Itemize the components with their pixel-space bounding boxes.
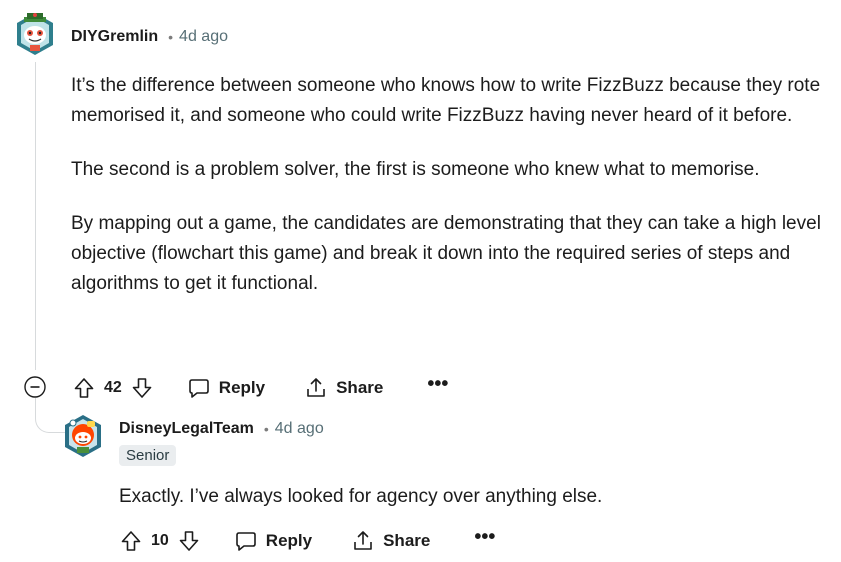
reply-thread-connector <box>35 398 65 433</box>
minus-circle-icon <box>24 376 46 398</box>
arrow-down-icon <box>179 531 199 551</box>
share-icon <box>354 531 372 550</box>
reply-action-bar: 10 Reply Share ••• <box>117 525 495 557</box>
author-name[interactable]: DisneyLegalTeam <box>119 420 254 438</box>
user-avatar-icon <box>17 13 53 55</box>
user-flair: Senior <box>119 445 177 466</box>
arrow-up-icon <box>121 531 141 551</box>
share-icon <box>307 378 325 397</box>
vote-count: 42 <box>104 379 122 396</box>
share-button[interactable]: Share <box>352 530 430 552</box>
share-label: Share <box>383 531 431 550</box>
more-options-button[interactable]: ••• <box>427 374 448 397</box>
reply-label: Reply <box>218 378 266 397</box>
user-avatar-icon <box>65 415 101 457</box>
reply-button[interactable]: Reply <box>188 377 265 399</box>
comment-body: It’s the difference between someone who … <box>71 71 821 323</box>
comment-paragraph: It’s the difference between someone who … <box>71 75 821 126</box>
meta-separator: • <box>263 421 269 437</box>
comment-action-bar: 42 Reply Share ••• <box>70 372 448 404</box>
comment-paragraph: The second is a problem solver, the firs… <box>71 159 760 180</box>
share-button[interactable]: Share <box>305 377 383 399</box>
arrow-up-icon <box>74 378 94 398</box>
comment-paragraph: Exactly. I’ve always looked for agency o… <box>119 486 603 507</box>
thread-line[interactable] <box>35 62 36 370</box>
author-name[interactable]: DIYGremlin <box>71 28 158 46</box>
upvote-button[interactable] <box>117 527 145 555</box>
speech-bubble-icon <box>235 532 256 551</box>
more-options-button[interactable]: ••• <box>474 527 495 550</box>
speech-bubble-icon <box>188 379 209 398</box>
timestamp[interactable]: 4d ago <box>275 420 324 438</box>
comment-meta: DIYGremlin • 4d ago <box>71 28 228 46</box>
comment-thread: DIYGremlin • 4d ago It’s the difference … <box>0 0 841 562</box>
reply-label: Reply <box>265 531 313 550</box>
reply-meta: DisneyLegalTeam • 4d ago <box>119 420 324 438</box>
comment-paragraph: By mapping out a game, the candidates ar… <box>71 213 821 294</box>
arrow-down-icon <box>132 378 152 398</box>
downvote-button[interactable] <box>175 527 203 555</box>
collapse-button[interactable] <box>24 376 46 398</box>
timestamp[interactable]: 4d ago <box>179 28 228 46</box>
reply-avatar[interactable] <box>63 413 103 459</box>
reply-button[interactable]: Reply <box>235 530 312 552</box>
downvote-button[interactable] <box>128 374 156 402</box>
share-label: Share <box>336 378 384 397</box>
vote-count: 10 <box>151 532 169 549</box>
meta-separator: • <box>168 29 174 45</box>
avatar[interactable] <box>15 11 55 57</box>
upvote-button[interactable] <box>70 374 98 402</box>
